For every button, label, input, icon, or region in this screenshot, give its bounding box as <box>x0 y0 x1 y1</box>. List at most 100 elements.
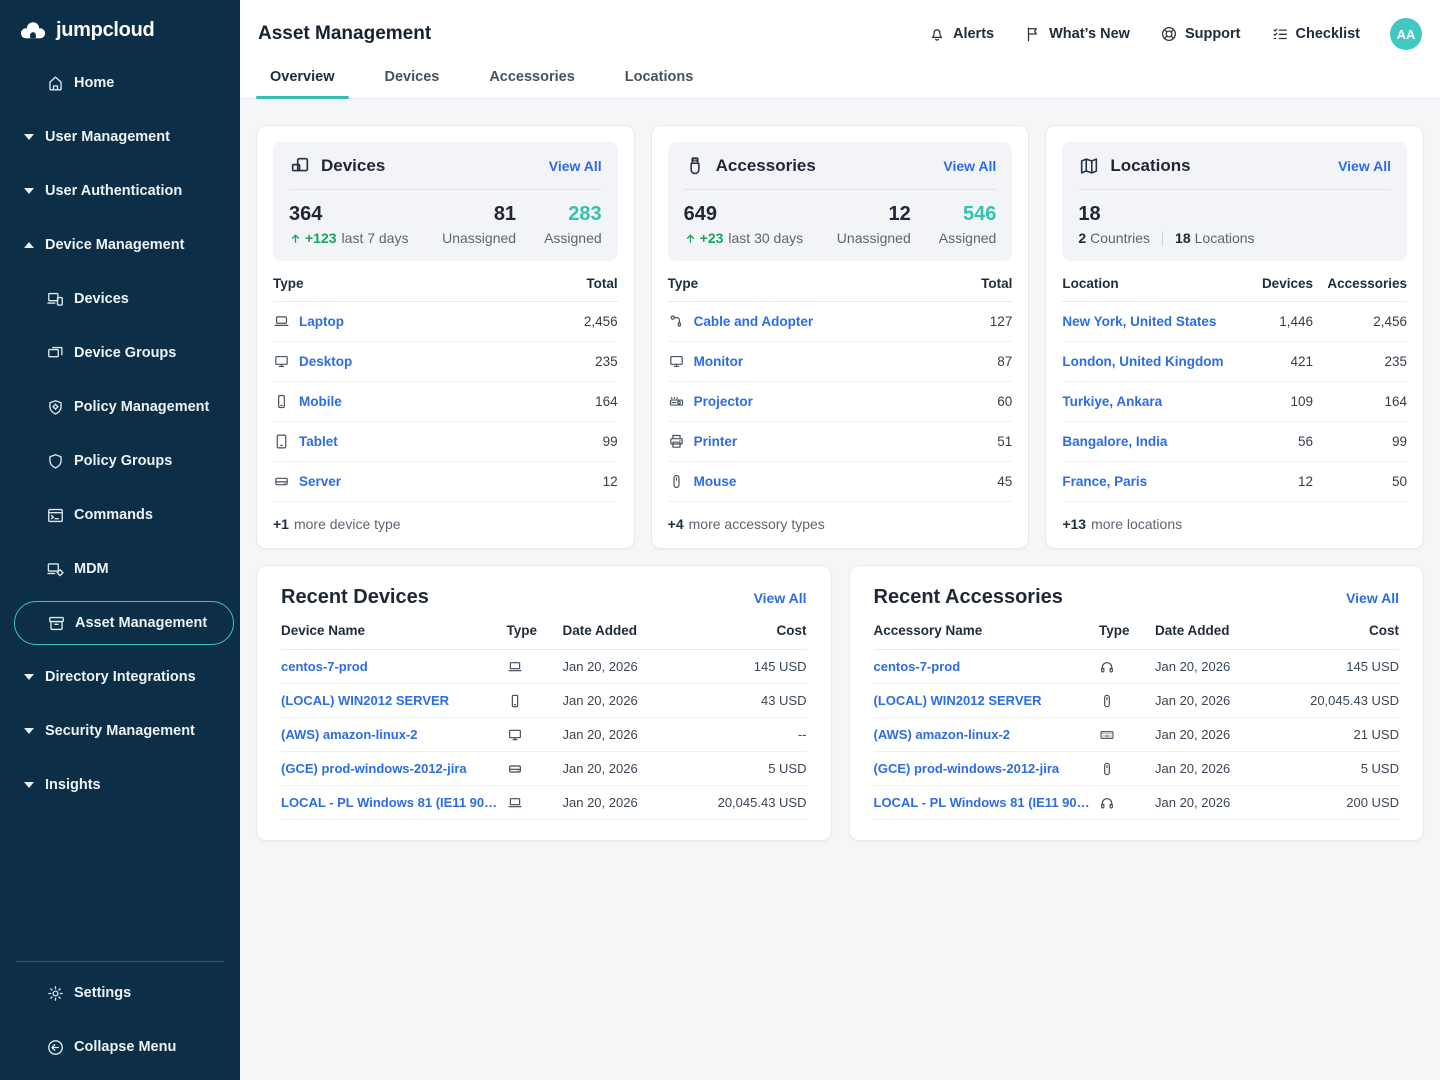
type-link[interactable]: Mouse <box>694 474 737 489</box>
checklist-icon <box>1271 25 1289 43</box>
trend-up-icon <box>684 232 697 245</box>
view-all-link[interactable]: View All <box>549 158 602 174</box>
card-title: Locations <box>1110 156 1338 176</box>
view-all-link[interactable]: View All <box>1346 590 1399 606</box>
bell-icon <box>928 25 946 43</box>
tab-overview[interactable]: Overview <box>256 56 349 98</box>
device-groups-icon <box>46 344 65 363</box>
tablet-icon <box>273 433 290 450</box>
sidebar-item-device-groups[interactable]: Device Groups <box>0 326 240 380</box>
sidebar-item-directory-integrations[interactable]: Directory Integrations <box>0 650 240 704</box>
accessory-link[interactable]: (LOCAL) WIN2012 SERVER <box>874 693 1100 708</box>
sidebar-item-user-management[interactable]: User Management <box>0 110 240 164</box>
accessory-link[interactable]: LOCAL - PL Windows 81 (IE11 90 Day test) <box>874 795 1100 810</box>
card-title: Accessories <box>716 156 944 176</box>
accessory-link[interactable]: centos-7-prod <box>874 659 1100 674</box>
type-link[interactable]: Monitor <box>694 354 744 369</box>
sidebar-item-asset-management[interactable]: Asset Management <box>14 601 234 645</box>
recent-accessories-title: Recent Accessories <box>874 586 1063 609</box>
tab-accessories[interactable]: Accessories <box>475 56 588 98</box>
type-link[interactable]: Tablet <box>299 434 338 449</box>
table-row: LOCAL - PL Windows 81 (IE11 90 Day test)… <box>281 786 807 820</box>
home-icon <box>46 74 65 93</box>
locations-table-header: Location Devices Accessories <box>1062 261 1407 302</box>
support-button[interactable]: Support <box>1160 25 1241 43</box>
whats-new-button[interactable]: What’s New <box>1024 25 1130 43</box>
mouse-icon <box>1099 761 1115 777</box>
type-link[interactable]: Laptop <box>299 314 344 329</box>
sidebar-item-home[interactable]: Home <box>0 56 240 110</box>
policy-management-icon <box>46 398 65 417</box>
divider <box>1162 231 1163 246</box>
devices-trend: +123 last 7 days <box>289 230 414 246</box>
table-row: Desktop 235 <box>273 342 618 382</box>
type-link[interactable]: Desktop <box>299 354 352 369</box>
table-row: Printer 51 <box>668 422 1013 462</box>
headphones-icon <box>1099 659 1115 675</box>
sidebar-item-collapse-menu[interactable]: Collapse Menu <box>0 1020 240 1074</box>
view-all-link[interactable]: View All <box>943 158 996 174</box>
type-link[interactable]: Projector <box>694 394 753 409</box>
device-link[interactable]: LOCAL - PL Windows 81 (IE11 90 Day test) <box>281 795 507 810</box>
jumpcloud-logo[interactable]: jumpcloud <box>0 0 240 56</box>
type-link[interactable]: Cable and Adopter <box>694 314 814 329</box>
alerts-button[interactable]: Alerts <box>928 25 994 43</box>
device-link[interactable]: centos-7-prod <box>281 659 507 674</box>
type-link[interactable]: Mobile <box>299 394 342 409</box>
accessories-summary-card: Accessories View All 649 +23 last 30 day… <box>651 125 1030 549</box>
mouse-icon <box>1099 693 1115 709</box>
location-link[interactable]: France, Paris <box>1062 474 1247 489</box>
devices-card-icon <box>289 155 311 177</box>
device-link[interactable]: (GCE) prod-windows-2012-jira <box>281 761 507 776</box>
sidebar-item-security-management[interactable]: Security Management <box>0 704 240 758</box>
sidebar-item-policy-groups[interactable]: Policy Groups <box>0 434 240 488</box>
sidebar-item-device-management[interactable]: Device Management <box>0 218 240 272</box>
devices-icon <box>46 290 65 309</box>
sidebar-item-commands[interactable]: Commands <box>0 488 240 542</box>
location-link[interactable]: London, United Kingdom <box>1062 354 1247 369</box>
sidebar-item-devices[interactable]: Devices <box>0 272 240 326</box>
server-icon <box>273 473 290 490</box>
more-locations-note: +13more locations <box>1062 502 1407 532</box>
device-link[interactable]: (LOCAL) WIN2012 SERVER <box>281 693 507 708</box>
table-row: (AWS) amazon-linux-2 Jan 20, 2026 -- <box>281 718 807 752</box>
device-link[interactable]: (AWS) amazon-linux-2 <box>281 727 507 742</box>
locations-statbox: Locations View All 18 2 Countries <box>1062 142 1407 261</box>
accessories-trend: +23 last 30 days <box>684 230 809 246</box>
chevron-down-icon <box>24 674 34 680</box>
more-types-note: +1more device type <box>273 502 618 532</box>
desktop-icon <box>273 353 290 370</box>
table-row: (AWS) amazon-linux-2 Jan 20, 2026 21 USD <box>874 718 1400 752</box>
sidebar-item-policy-management[interactable]: Policy Management <box>0 380 240 434</box>
sidebar-item-user-authentication[interactable]: User Authentication <box>0 164 240 218</box>
keyboard-icon <box>1099 727 1115 743</box>
avatar[interactable]: AA <box>1390 18 1422 50</box>
checklist-button[interactable]: Checklist <box>1271 25 1360 43</box>
view-all-link[interactable]: View All <box>754 590 807 606</box>
location-link[interactable]: Turkiye, Ankara <box>1062 394 1247 409</box>
accessory-link[interactable]: (GCE) prod-windows-2012-jira <box>874 761 1100 776</box>
mouse-icon <box>668 473 685 490</box>
type-link[interactable]: Printer <box>694 434 738 449</box>
tab-devices[interactable]: Devices <box>371 56 454 98</box>
view-all-link[interactable]: View All <box>1338 158 1391 174</box>
gear-icon <box>46 984 65 1003</box>
sidebar-item-settings[interactable]: Settings <box>0 966 240 1020</box>
location-link[interactable]: New York, United States <box>1062 314 1247 329</box>
locations-breakdown: 2 Countries 18 Locations <box>1078 230 1391 246</box>
chevron-down-icon <box>24 728 34 734</box>
type-link[interactable]: Server <box>299 474 341 489</box>
life-ring-icon <box>1160 25 1178 43</box>
recent-accessories-header: Accessory Name Type Date Added Cost <box>874 623 1400 650</box>
location-link[interactable]: Bangalore, India <box>1062 434 1247 449</box>
devices-unassigned-count: 81 <box>494 203 516 225</box>
locations-total: 18 <box>1078 203 1391 225</box>
mdm-icon <box>46 560 65 579</box>
devices-summary-card: Devices View All 364 +123 last 7 days <box>256 125 635 549</box>
jumpcloud-cloud-icon <box>18 18 48 42</box>
tab-locations[interactable]: Locations <box>611 56 707 98</box>
sidebar-item-insights[interactable]: Insights <box>0 758 240 812</box>
accessory-link[interactable]: (AWS) amazon-linux-2 <box>874 727 1100 742</box>
table-row: London, United Kingdom 421 235 <box>1062 342 1407 382</box>
sidebar-item-mdm[interactable]: MDM <box>0 542 240 596</box>
